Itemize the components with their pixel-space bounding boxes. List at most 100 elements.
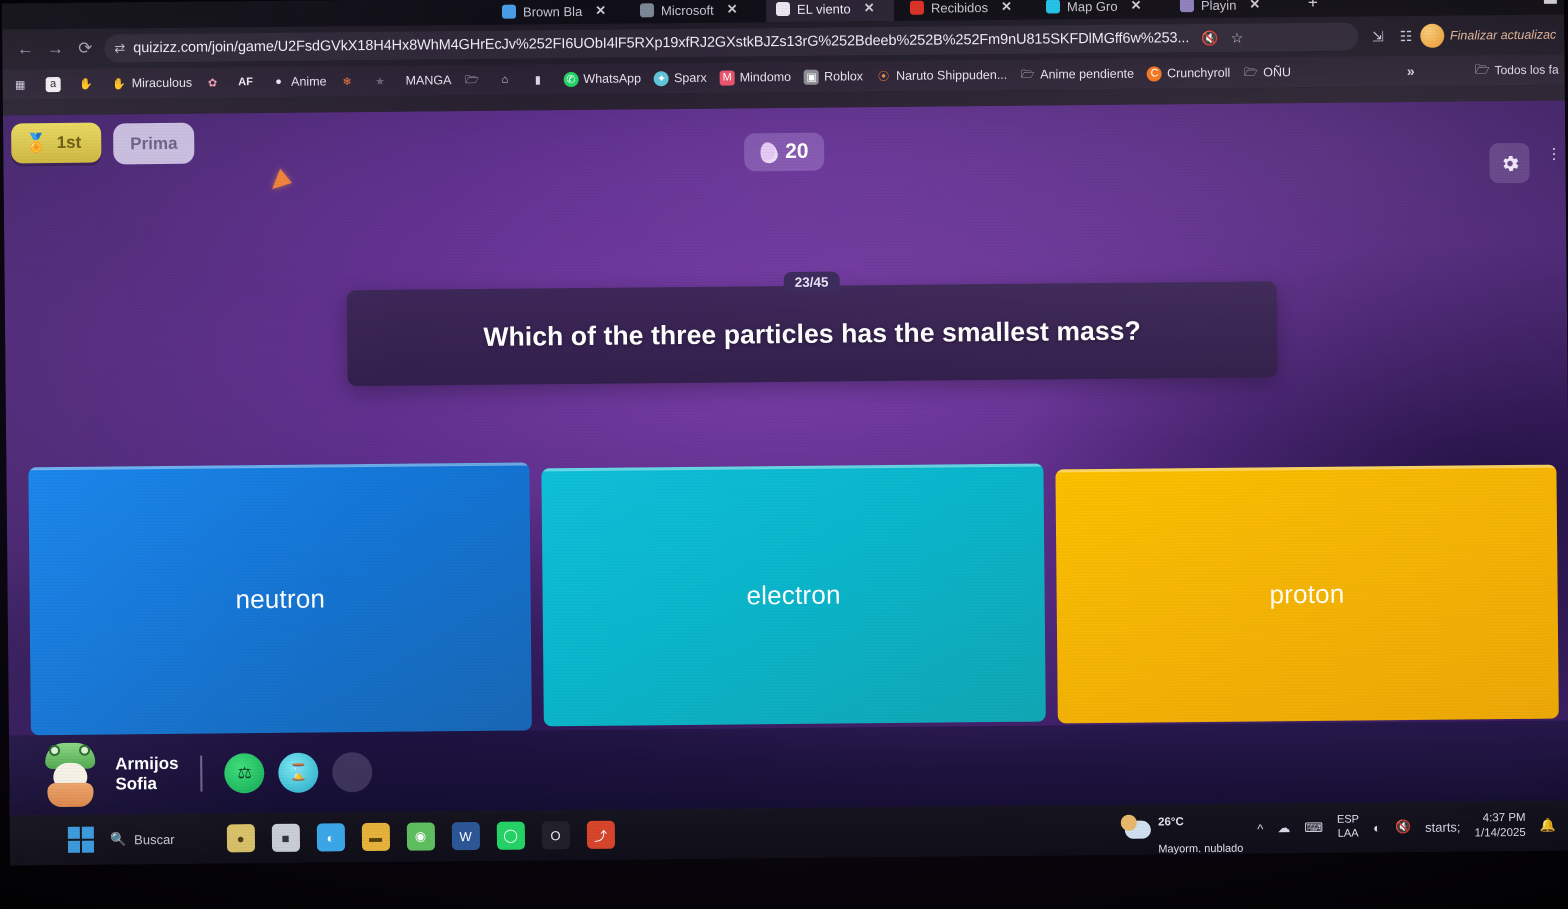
tab-close-icon[interactable]: ✕ (727, 1, 738, 17)
partly-cloudy-icon (1125, 820, 1152, 839)
bookmark-item-manga[interactable]: MANGA (405, 73, 451, 87)
browser-tab-2[interactable]: EL viento ✕ (765, 0, 895, 23)
bookmark-item-anime-pendiente[interactable]: 🗁 Anime pendiente (1020, 66, 1134, 82)
bookmark-item-mindomo[interactable]: M Mindomo (719, 69, 792, 86)
powerup-hourglass-icon[interactable]: ⌛ (278, 752, 319, 793)
tab-close-icon[interactable]: ✕ (1001, 0, 1012, 15)
window-minimize-button[interactable]: — (1515, 0, 1527, 5)
browser-tab-3[interactable]: Recibidos ✕ (900, 0, 1030, 21)
tab-favicon (501, 4, 517, 19)
reload-button[interactable]: ⟳ (70, 34, 100, 64)
browser-tab-4[interactable]: Map Gro ✕ (1036, 0, 1164, 20)
bookmark-item-whatsapp[interactable]: ✆ WhatsApp (563, 71, 641, 87)
all-bookmarks-button[interactable]: 🗁 Todos los fa (1475, 59, 1559, 81)
browser-tab-5[interactable]: Playin ✕ (1170, 0, 1302, 18)
bookmark-item-crunchyroll[interactable]: C Crunchyroll (1146, 65, 1230, 82)
rank-label: 1st (56, 132, 82, 152)
cloud-sync-icon[interactable]: ☁ (1277, 820, 1290, 836)
profile-avatar[interactable] (1419, 23, 1445, 48)
question-card: 23/45 Which of the three particles has t… (346, 271, 1278, 387)
extensions-icon[interactable]: ☷ (1392, 22, 1420, 50)
tab-favicon (775, 1, 791, 17)
meet-icon[interactable]: ● (226, 824, 255, 853)
tab-close-icon[interactable]: ✕ (864, 0, 875, 16)
bookmark-item[interactable]: ✿ (205, 75, 225, 90)
battery-icon: ▮ (534, 73, 541, 86)
bookmark-label: Sparx (673, 70, 707, 86)
forward-button[interactable]: → (40, 34, 70, 64)
mindomo-icon: M (719, 69, 735, 86)
language-indicator[interactable]: ESP LAA (1337, 814, 1359, 842)
battery-icon[interactable]: starts; (1425, 819, 1461, 834)
af-icon: AF (238, 76, 253, 89)
clock[interactable]: 4:37 PM 1/14/2025 (1474, 811, 1526, 841)
powerup-empty-icon[interactable] (332, 751, 373, 793)
tab-label: Recibidos (930, 0, 989, 16)
bookmark-item[interactable]: ✋ (79, 76, 99, 91)
settings-button[interactable] (1489, 142, 1530, 184)
keyboard-icon[interactable]: ⌨ (1304, 820, 1323, 836)
bookmark-item[interactable]: ▮ (530, 72, 550, 87)
answer-option-2[interactable]: proton (1055, 464, 1559, 724)
bookmark-item[interactable]: a (45, 76, 66, 92)
bookmark-item-roblox[interactable]: ▣ Roblox (804, 69, 863, 85)
bookmark-item-onu[interactable]: 🗁 OÑU (1243, 65, 1291, 80)
share-icon[interactable]: ⇲ (1364, 22, 1392, 50)
window-restore-button[interactable]: ⬜ (1543, 0, 1558, 5)
weather-text: 26°C Mayorm. nublado (1158, 801, 1244, 857)
bookmark-item-anime[interactable]: ● Anime (271, 74, 327, 90)
bookmark-item[interactable]: 🗁 (464, 72, 484, 87)
notification-bell-icon[interactable]: 🔔 (1540, 818, 1556, 834)
streak-drop-icon (757, 139, 780, 165)
media-muted-icon[interactable]: 🔇 (1201, 29, 1219, 46)
browser-tab-1[interactable]: Microsoft ✕ (630, 0, 760, 23)
bookmark-item-sparx[interactable]: ✦ Sparx (653, 70, 707, 86)
bookmark-item[interactable]: ❄ (339, 74, 359, 89)
folder-icon: 🗁 (1474, 61, 1490, 76)
edge-icon[interactable]: ◐ (316, 823, 345, 852)
tab-close-icon[interactable]: ✕ (1130, 0, 1141, 14)
bookmark-item[interactable]: AF (238, 75, 258, 90)
powerup-green-icon[interactable]: ⚖ (224, 753, 265, 794)
opera-icon[interactable]: O (541, 821, 570, 850)
address-bar[interactable]: ⇄ quizizz.com/join/game/U2FsdGVkX18H4Hx8… (104, 22, 1359, 63)
update-label[interactable]: Finalizar actualizac (1450, 28, 1556, 43)
address-bar-url: quizizz.com/join/game/U2FsdGVkX18H4Hx8Wh… (133, 30, 1190, 57)
bunny-icon: ✿ (207, 76, 218, 90)
taskbar-search[interactable]: 🔍 Buscar (110, 831, 175, 848)
bottle-icon: ⌂ (501, 73, 509, 86)
windows-start-icon[interactable] (67, 826, 95, 853)
back-button[interactable]: ← (10, 34, 40, 64)
explorer-icon[interactable]: ■ (271, 823, 300, 852)
browser-tab-0[interactable]: Brown Bla ✕ (492, 0, 624, 25)
file-explorer-icon[interactable]: ▬ (361, 822, 390, 852)
browser-chrome: Brown Bla ✕ Microsoft ✕ EL viento ✕ Reci… (1, 0, 1565, 116)
wifi-icon[interactable]: ◐ (1373, 820, 1381, 835)
tray-chevron-icon[interactable]: ^ (1257, 821, 1263, 836)
tab-close-icon[interactable]: ✕ (595, 3, 606, 19)
bookmark-item-naruto[interactable]: ⦿ Naruto Shippuden... (876, 67, 1007, 83)
answer-option-1[interactable]: electron (541, 463, 1046, 727)
whatsapp-icon[interactable]: ◯ (496, 821, 525, 850)
weather-widget[interactable]: 26°C Mayorm. nublado (1125, 801, 1244, 858)
more-vertical-icon[interactable]: ⋮ (1546, 146, 1561, 163)
folder-icon: 🗁 (464, 73, 479, 86)
tune-icon[interactable]: ⇄ (114, 40, 125, 56)
answer-option-0[interactable]: neutron (28, 462, 533, 736)
tab-label: Map Gro (1066, 0, 1118, 14)
volume-muted-icon[interactable]: 🔇 (1395, 819, 1411, 835)
avatar-eye-right (79, 744, 91, 756)
chrome-icon[interactable]: ◉ (406, 822, 435, 851)
bookmarks-overflow-button[interactable]: » (1407, 63, 1415, 79)
bookmark-item[interactable]: ★ (372, 73, 392, 88)
bookmark-item[interactable]: ▦ (13, 77, 33, 92)
bookmark-item[interactable]: ⌂ (497, 72, 517, 87)
tab-close-icon[interactable]: ✕ (1249, 0, 1260, 13)
acrobat-icon[interactable]: ⤴ (586, 820, 615, 849)
new-tab-button[interactable]: + (1308, 0, 1318, 13)
tab-label: Brown Bla (522, 3, 583, 20)
bookmark-item-miraculous[interactable]: ✋ Miraculous (112, 75, 193, 91)
bookmark-star-icon[interactable]: ☆ (1231, 29, 1244, 46)
word-icon[interactable]: W (451, 821, 480, 851)
rank-badge: 🏅 1st (11, 122, 102, 164)
